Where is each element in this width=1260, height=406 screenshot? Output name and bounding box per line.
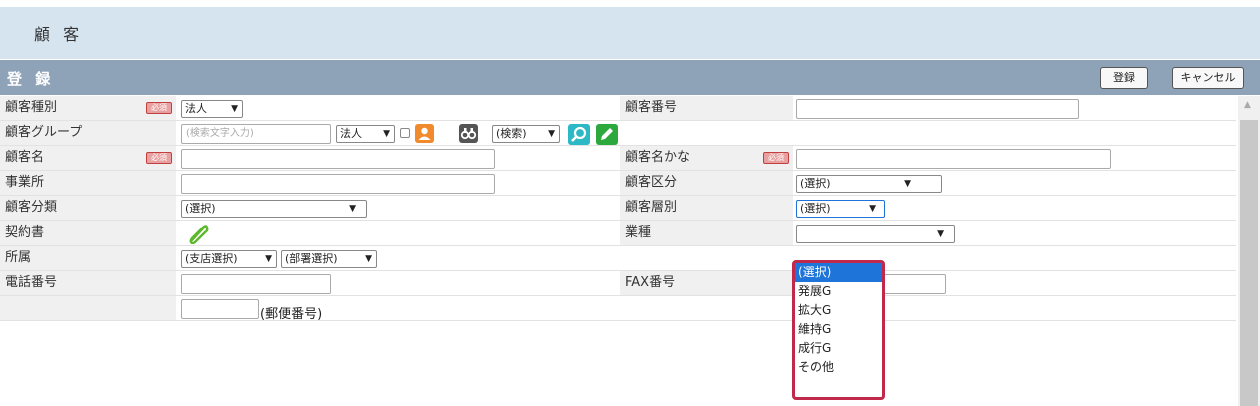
dropdown-arrow-icon: ▼ — [904, 179, 911, 189]
search-icon[interactable] — [568, 124, 590, 145]
field-label: 業種 — [620, 221, 793, 245]
industry-select[interactable]: ▼ — [796, 225, 955, 243]
office-input[interactable] — [181, 174, 495, 194]
customer-tier-select[interactable]: (選択) ▼ — [796, 200, 885, 218]
field-label: 所属 — [0, 246, 176, 270]
select-value: (部署選択) — [285, 252, 338, 265]
department-select[interactable]: (部署選択) ▼ — [281, 250, 377, 268]
scrollbar-thumb[interactable] — [1240, 120, 1258, 406]
dropdown-arrow-icon: ▼ — [349, 204, 356, 214]
select-value: (選択) — [800, 177, 831, 190]
phone-label: 電話番号 — [5, 275, 58, 290]
dropdown-option[interactable]: その他 — [795, 358, 882, 377]
phone-input[interactable] — [181, 274, 331, 294]
page-header: 顧 客 — [0, 7, 1260, 59]
customer-type-select[interactable]: 法人 ▼ — [181, 100, 243, 118]
select-value: (支店選択) — [185, 252, 238, 265]
edit-pencil-icon[interactable] — [596, 124, 618, 145]
vertical-scrollbar[interactable]: ▲ — [1238, 96, 1260, 406]
select-value: (検索) — [496, 127, 527, 140]
dropdown-arrow-icon: ▼ — [365, 254, 372, 264]
dropdown-arrow-icon: ▼ — [231, 104, 238, 114]
industry-label: 業種 — [625, 225, 652, 240]
postal-code-suffix: (郵便番号) — [260, 307, 323, 322]
field-label: 契約書 — [0, 221, 176, 245]
form-row: 契約書 業種 ▼ — [0, 221, 1236, 246]
person-icon[interactable] — [415, 124, 434, 143]
form-row: 電話番号 FAX番号 — [0, 271, 1236, 296]
form-row: 所属 (支店選択) ▼ (部署選択) ▼ — [0, 246, 1236, 271]
branch-select[interactable]: (支店選択) ▼ — [181, 250, 277, 268]
customer-name-label: 顧客名 — [5, 150, 45, 165]
field-label: 事業所 — [0, 171, 176, 195]
dropdown-option[interactable]: 拡大G — [795, 301, 882, 320]
required-badge: 必須 — [146, 152, 172, 164]
group-search-select[interactable]: (検索) ▼ — [492, 125, 560, 143]
field-label: 顧客グループ — [0, 121, 176, 145]
contract-label: 契約書 — [5, 225, 45, 240]
required-badge: 必須 — [763, 152, 789, 164]
customer-name-input[interactable] — [181, 149, 495, 169]
dropdown-option[interactable]: 成行G — [795, 339, 882, 358]
binoculars-icon[interactable] — [459, 124, 478, 143]
customer-number-input[interactable] — [796, 99, 1079, 119]
customer-division-select[interactable]: (選択) ▼ — [796, 175, 942, 193]
form-row: 顧客分類 (選択) ▼ 顧客層別 (選択) ▼ — [0, 196, 1236, 221]
fax-label: FAX番号 — [625, 275, 676, 290]
form-row: (郵便番号) — [0, 296, 1236, 322]
customer-division-label: 顧客区分 — [625, 175, 678, 190]
form-row: 顧客名 必須 顧客名かな 必須 — [0, 146, 1236, 171]
customer-type-label: 顧客種別 — [5, 100, 58, 115]
field-label: 顧客層別 — [620, 196, 793, 220]
required-badge: 必須 — [146, 102, 172, 114]
cancel-button[interactable]: キャンセル — [1172, 67, 1244, 89]
group-search-input[interactable]: (検索文字入力) — [181, 124, 331, 144]
customer-tier-dropdown-list[interactable]: (選択) 発展G 拡大G 維持G 成行G その他 — [792, 260, 885, 400]
scroll-up-icon[interactable]: ▲ — [1244, 100, 1251, 110]
dropdown-arrow-icon: ▼ — [869, 204, 876, 214]
postal-code-input[interactable] — [181, 299, 259, 319]
dropdown-option[interactable]: 維持G — [795, 320, 882, 339]
select-value: (選択) — [800, 202, 831, 215]
section-title: 登 録 — [7, 70, 55, 88]
select-value: 法人 — [185, 102, 207, 115]
customer-category-select[interactable]: (選択) ▼ — [181, 200, 367, 218]
section-header: 登 録 登録 キャンセル — [0, 60, 1260, 95]
dropdown-arrow-icon: ▼ — [383, 129, 390, 139]
field-label: FAX番号 — [620, 271, 793, 295]
select-value: (選択) — [185, 202, 216, 215]
register-button[interactable]: 登録 — [1100, 67, 1148, 89]
dropdown-option[interactable]: 発展G — [795, 282, 882, 301]
affiliation-label: 所属 — [5, 250, 32, 265]
customer-tier-label: 顧客層別 — [625, 200, 678, 215]
field-label — [0, 296, 176, 320]
dropdown-arrow-icon: ▼ — [548, 129, 555, 139]
office-label: 事業所 — [5, 175, 45, 190]
customer-group-label: 顧客グループ — [5, 125, 83, 140]
field-label: 電話番号 — [0, 271, 176, 295]
customer-category-label: 顧客分類 — [5, 200, 58, 215]
customer-number-label: 顧客番号 — [625, 100, 678, 115]
page-title: 顧 客 — [34, 25, 84, 44]
dropdown-arrow-icon: ▼ — [265, 254, 272, 264]
field-label: 顧客番号 — [620, 96, 793, 120]
customer-kana-input[interactable] — [796, 149, 1111, 169]
customer-form: 顧客種別 必須 法人 ▼ 顧客番号 顧客グループ (検索文字入力) 法人 ▼ (検索… — [0, 96, 1236, 406]
group-checkbox[interactable] — [400, 128, 410, 138]
field-label: 顧客区分 — [620, 171, 793, 195]
form-row: 顧客種別 必須 法人 ▼ 顧客番号 — [0, 96, 1236, 121]
field-label: 顧客分類 — [0, 196, 176, 220]
form-row: 顧客グループ (検索文字入力) 法人 ▼ (検索) ▼ — [0, 121, 1236, 146]
customer-kana-label: 顧客名かな — [625, 150, 691, 165]
paperclip-icon[interactable] — [186, 222, 210, 245]
dropdown-arrow-icon: ▼ — [937, 229, 944, 239]
select-value: 法人 — [340, 127, 362, 140]
group-type-select[interactable]: 法人 ▼ — [336, 125, 395, 143]
form-row: 事業所 顧客区分 (選択) ▼ — [0, 171, 1236, 196]
dropdown-option[interactable]: (選択) — [795, 263, 882, 282]
